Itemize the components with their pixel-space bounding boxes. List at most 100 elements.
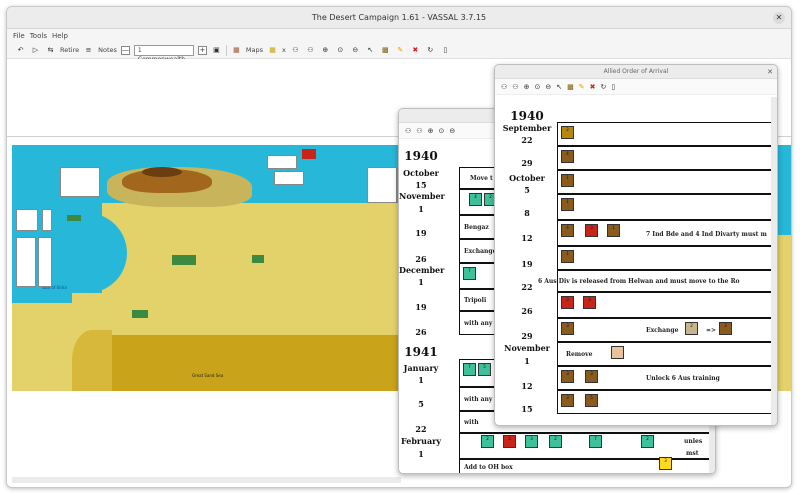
axis-row-text: with any [464, 396, 493, 403]
close-icon[interactable]: ✕ [767, 65, 773, 79]
unit-counter[interactable]: 5 [585, 394, 598, 407]
unit-counter[interactable]: 5 [478, 363, 491, 376]
allied-row-4 [557, 194, 777, 220]
game-map[interactable]: Gulf of Sidra Great Sand Sea [12, 145, 401, 391]
allied-row-text: Unlock 6 Aus training [646, 375, 720, 382]
zoom-in-icon[interactable]: ⊕ [428, 127, 434, 135]
undo-icon[interactable]: ↶ [15, 45, 26, 56]
menu-file[interactable]: File [13, 32, 25, 40]
table-icon[interactable]: ▦ [267, 45, 278, 56]
binoculars2-icon[interactable]: ⚇ [512, 83, 518, 91]
allied-window-titlebar: Allied Order of Arrival ✕ [495, 65, 777, 79]
main-toolbar: ↶ ▷ ⇆ Retire ≡ Notes — 1 Commonwealth + … [7, 42, 791, 63]
unit-counter[interactable]: 4 [561, 150, 574, 163]
minus-button[interactable]: — [120, 45, 130, 55]
zoom-select-icon[interactable]: ⊙ [438, 127, 444, 135]
unit-counter[interactable]: 7 [463, 267, 476, 280]
axis-row-text: with any [464, 320, 493, 327]
refresh-icon[interactable]: ↻ [600, 83, 606, 91]
date-label: November [504, 343, 550, 353]
step-icon[interactable]: ▷ [30, 45, 41, 56]
dice-icon[interactable]: ▯ [611, 83, 615, 91]
menu-bar: File Tools Help [7, 29, 791, 42]
date-label: 5 [524, 185, 530, 195]
log-icon[interactable]: ⇆ [45, 45, 56, 56]
image-icon[interactable]: ▩ [567, 83, 574, 91]
binoculars-icon[interactable]: ⚇ [290, 45, 301, 56]
notes-icon[interactable]: ≡ [83, 45, 94, 56]
allied-row-arrow: => [706, 327, 717, 334]
zoom-in-icon[interactable]: ⊕ [524, 83, 530, 91]
menu-tools[interactable]: Tools [30, 32, 47, 40]
date-label: October [403, 168, 439, 178]
unit-counter[interactable]: 2 [481, 435, 494, 448]
delete-icon[interactable]: ✖ [590, 83, 596, 91]
notes-button[interactable]: Notes [98, 46, 117, 54]
date-label: 1940 [510, 109, 544, 123]
unit-counter[interactable]: 2 [641, 435, 654, 448]
zoom-out-icon[interactable]: ⊖ [449, 127, 455, 135]
allied-vscroll[interactable] [771, 97, 777, 425]
close-icon[interactable]: ✕ [773, 12, 785, 24]
zoom-select-icon[interactable]: ⊙ [534, 83, 540, 91]
faction-select[interactable]: 1 Commonwealth [133, 44, 194, 63]
pencil-icon[interactable]: ✎ [395, 45, 406, 56]
zoom-select-icon[interactable]: ⊙ [335, 45, 346, 56]
unit-counter[interactable]: 1 [561, 198, 574, 211]
image-icon[interactable]: ▩ [380, 45, 391, 56]
unit-counter[interactable]: 3 [561, 394, 574, 407]
unit-counter[interactable]: 3 [719, 322, 732, 335]
unit-counter[interactable]: 2 [561, 126, 574, 139]
unit-counter[interactable]: 3 [585, 370, 598, 383]
unit-counter[interactable]: 3 [561, 322, 574, 335]
zoom-out-icon[interactable]: ⊖ [350, 45, 361, 56]
unit-counter[interactable]: 3 [583, 296, 596, 309]
unit-counter[interactable]: 3 [525, 435, 538, 448]
allied-window-title: Allied Order of Arrival [603, 68, 669, 75]
plus-button[interactable]: + [197, 45, 207, 55]
pointer-icon[interactable]: ↖ [365, 45, 376, 56]
unit-counter[interactable]: 1 [561, 174, 574, 187]
unit-counter[interactable]: 3 [659, 457, 672, 470]
zoom-in-icon[interactable]: ⊕ [320, 45, 331, 56]
unit-counter[interactable]: 2 [685, 322, 698, 335]
unit-counter[interactable]: 1 [607, 224, 620, 237]
pencil-icon[interactable]: ✎ [579, 83, 585, 91]
camera-icon[interactable]: ▣ [211, 45, 222, 56]
binoculars2-icon[interactable]: ⚇ [416, 127, 422, 135]
retire-button[interactable]: Retire [60, 46, 79, 54]
unit-counter[interactable]: 3 [561, 370, 574, 383]
allied-row-text: Exchange [646, 327, 679, 334]
allied-window-toolbar: ⚇ ⚇ ⊕ ⊙ ⊖ ↖ ▩ ✎ ✖ ↻ ▯ [495, 79, 777, 95]
unit-counter[interactable] [611, 346, 624, 359]
map-inset-2 [42, 209, 52, 231]
binoculars-icon[interactable]: ⚇ [405, 127, 411, 135]
zoom-out-icon[interactable]: ⊖ [545, 83, 551, 91]
date-label: 19 [521, 259, 533, 269]
map-hscroll[interactable] [12, 477, 401, 483]
unit-counter[interactable]: 4 [469, 193, 482, 206]
date-label: November [399, 191, 445, 201]
x-button[interactable]: x [282, 46, 286, 54]
date-label: 8 [524, 208, 530, 218]
unit-counter[interactable]: 7 [589, 435, 602, 448]
refresh-icon[interactable]: ↻ [425, 45, 436, 56]
menu-help[interactable]: Help [52, 32, 68, 40]
pointer-icon[interactable]: ↖ [556, 83, 562, 91]
maps-icon[interactable]: ▦ [231, 45, 242, 56]
maps-button[interactable]: Maps [246, 46, 263, 54]
binoculars2-icon[interactable]: ⚇ [305, 45, 316, 56]
unit-counter[interactable]: 3 [503, 435, 516, 448]
unit-counter[interactable]: 7 [463, 363, 476, 376]
unit-counter[interactable]: 3 [585, 224, 598, 237]
unit-counter[interactable]: 1 [561, 250, 574, 263]
delete-icon[interactable]: ✖ [410, 45, 421, 56]
date-label: 1 [418, 375, 424, 385]
unit-counter[interactable]: 3 [561, 296, 574, 309]
dice-icon[interactable]: ▯ [440, 45, 451, 56]
binoculars-icon[interactable]: ⚇ [501, 83, 507, 91]
unit-counter[interactable]: 4 [561, 224, 574, 237]
map-inset-7 [302, 149, 316, 159]
unit-counter[interactable]: 2 [549, 435, 562, 448]
jebel-top [142, 167, 182, 177]
